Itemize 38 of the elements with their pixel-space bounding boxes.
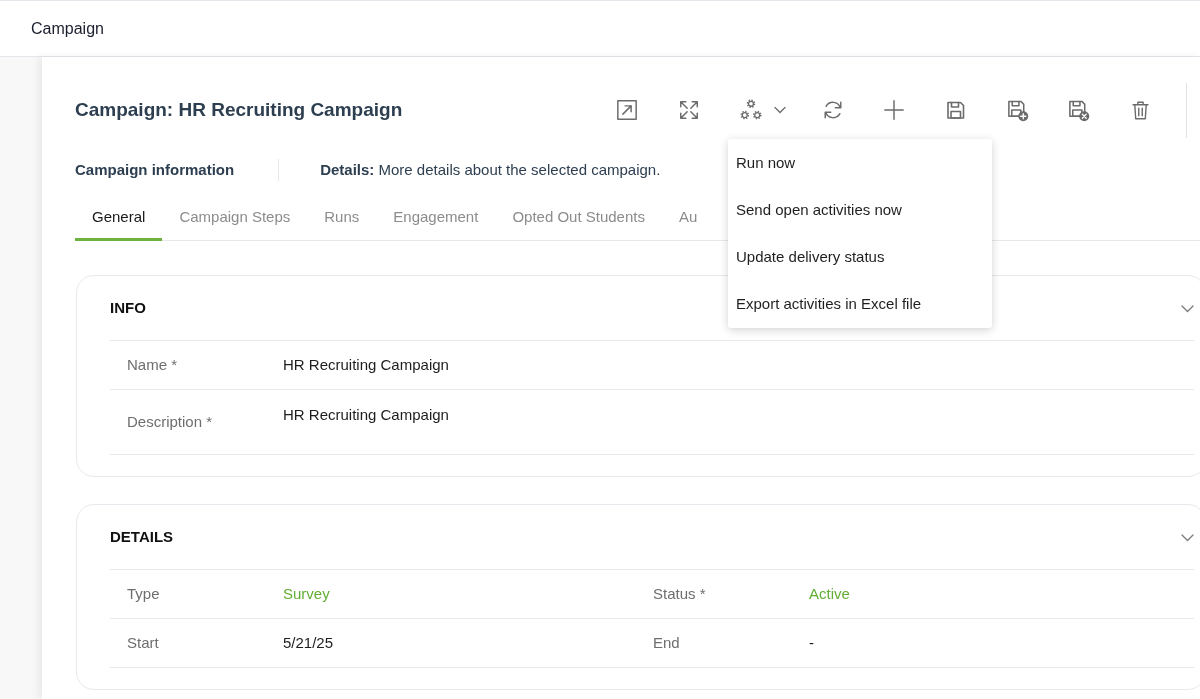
trash-icon[interactable] bbox=[1129, 99, 1151, 121]
field-value: 5/21/25 bbox=[283, 632, 334, 653]
field-value: HR Recruiting Campaign bbox=[283, 405, 449, 425]
field-value: - bbox=[809, 632, 814, 653]
record-title: Campaign: HR Recruiting Campaign bbox=[75, 98, 403, 120]
tab[interactable]: Opted Out Students bbox=[495, 197, 662, 241]
section-heading: Campaign information bbox=[75, 159, 235, 180]
save-plus-icon[interactable] bbox=[1005, 98, 1029, 122]
refresh-icon[interactable] bbox=[821, 99, 844, 121]
tab[interactable]: Au bbox=[662, 197, 715, 241]
open-external-icon[interactable] bbox=[616, 99, 638, 121]
menu-item[interactable]: Send open activities now bbox=[728, 187, 992, 234]
menu-item[interactable]: Run now bbox=[728, 140, 992, 187]
field-label: End bbox=[653, 632, 680, 653]
field-label: Name * bbox=[127, 354, 178, 375]
menu-item[interactable]: Update delivery status bbox=[728, 234, 992, 281]
tab[interactable]: Engagement bbox=[376, 197, 496, 241]
tab[interactable]: Campaign Steps bbox=[162, 197, 308, 241]
tab[interactable]: Runs bbox=[307, 197, 377, 241]
lookup-link[interactable]: Survey bbox=[283, 582, 330, 606]
save-close-icon[interactable] bbox=[1067, 98, 1090, 122]
details-text: Details: More details about the selected campaign. bbox=[320, 159, 661, 180]
plus-icon[interactable] bbox=[883, 99, 905, 121]
field-label: Status * bbox=[653, 583, 706, 604]
field-label: Type bbox=[127, 583, 160, 604]
field-value: HR Recruiting Campaign bbox=[283, 354, 449, 375]
expand-icon[interactable] bbox=[677, 99, 700, 121]
field-label: Start bbox=[127, 632, 159, 653]
save-icon[interactable] bbox=[945, 99, 966, 121]
section-title: INFO bbox=[110, 297, 146, 318]
chevron-down-icon bbox=[774, 104, 786, 116]
tab[interactable]: General bbox=[75, 197, 163, 241]
menu-item[interactable]: Export activities in Excel file bbox=[728, 281, 992, 328]
gears-icon bbox=[740, 99, 762, 121]
field-label: Description * bbox=[127, 411, 213, 432]
lookup-link[interactable]: Active bbox=[809, 582, 850, 606]
page-title: Campaign bbox=[31, 18, 104, 39]
section-title: DETAILS bbox=[110, 526, 174, 547]
